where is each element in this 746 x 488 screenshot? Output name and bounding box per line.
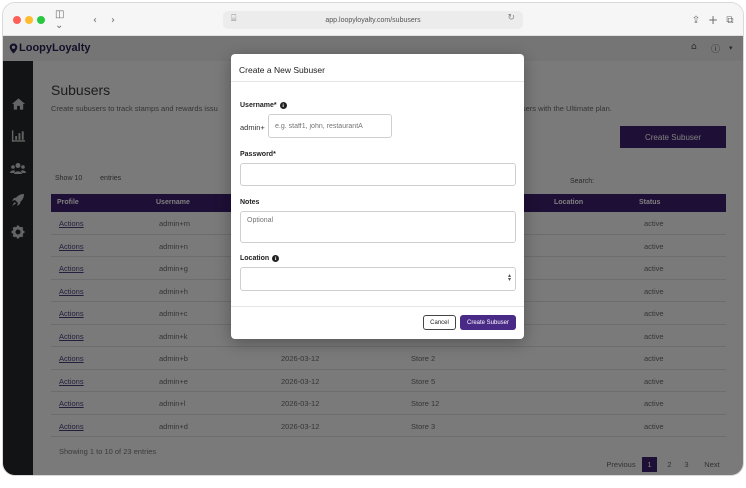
new-tab-icon[interactable]: + [707, 13, 719, 27]
modal-title: Create a New Subuser [239, 65, 325, 75]
sidebar-toggle-icon[interactable]: ◫ ⌄ [55, 9, 75, 31]
browser-toolbar: ◫ ⌄ ‹ › ⌸ app.loopyloyalty.com/subusers … [3, 3, 743, 36]
username-input[interactable] [268, 114, 392, 138]
create-subuser-submit-button[interactable]: Create Subuser [460, 315, 516, 330]
notes-label: Notes [240, 199, 259, 206]
reload-icon[interactable]: ↻ [507, 13, 515, 23]
address-bar[interactable]: ⌸ app.loopyloyalty.com/subusers ↻ [223, 11, 523, 29]
forward-icon[interactable]: › [107, 13, 119, 27]
create-subuser-modal: Create a New Subuser Username* i admin+ … [231, 54, 524, 339]
share-icon[interactable]: ⇪ [690, 13, 702, 27]
back-icon[interactable]: ‹ [89, 13, 101, 27]
cancel-button[interactable]: Cancel [423, 315, 456, 330]
tab-overview-icon[interactable]: ⧉ [724, 13, 736, 27]
minimize-window-button[interactable] [25, 16, 33, 24]
modal-header-divider [231, 81, 524, 82]
notes-textarea[interactable] [240, 211, 516, 243]
password-label: Password* [240, 151, 276, 158]
location-select[interactable]: ▴ ▾ [240, 267, 516, 291]
page-settings-icon[interactable]: ⌸ [231, 14, 236, 24]
close-window-button[interactable] [13, 16, 21, 24]
info-icon[interactable]: i [272, 255, 280, 262]
info-icon[interactable]: i [279, 102, 287, 109]
notes-label-text: Notes [240, 199, 260, 206]
select-arrows-icon: ▴ ▾ [507, 272, 511, 283]
url-text: app.loopyloyalty.com/subusers [325, 16, 421, 24]
username-prefix: admin+ [240, 123, 265, 132]
location-label-text: Location [240, 255, 270, 262]
password-input[interactable] [240, 163, 516, 186]
location-label: Location i [240, 255, 280, 262]
maximize-window-button[interactable] [37, 16, 45, 24]
browser-window: ◫ ⌄ ‹ › ⌸ app.loopyloyalty.com/subusers … [3, 3, 743, 475]
username-label-text: Username* [240, 102, 277, 109]
modal-footer-divider [231, 306, 524, 307]
password-label-text: Password* [240, 151, 276, 158]
username-label: Username* i [240, 102, 287, 109]
